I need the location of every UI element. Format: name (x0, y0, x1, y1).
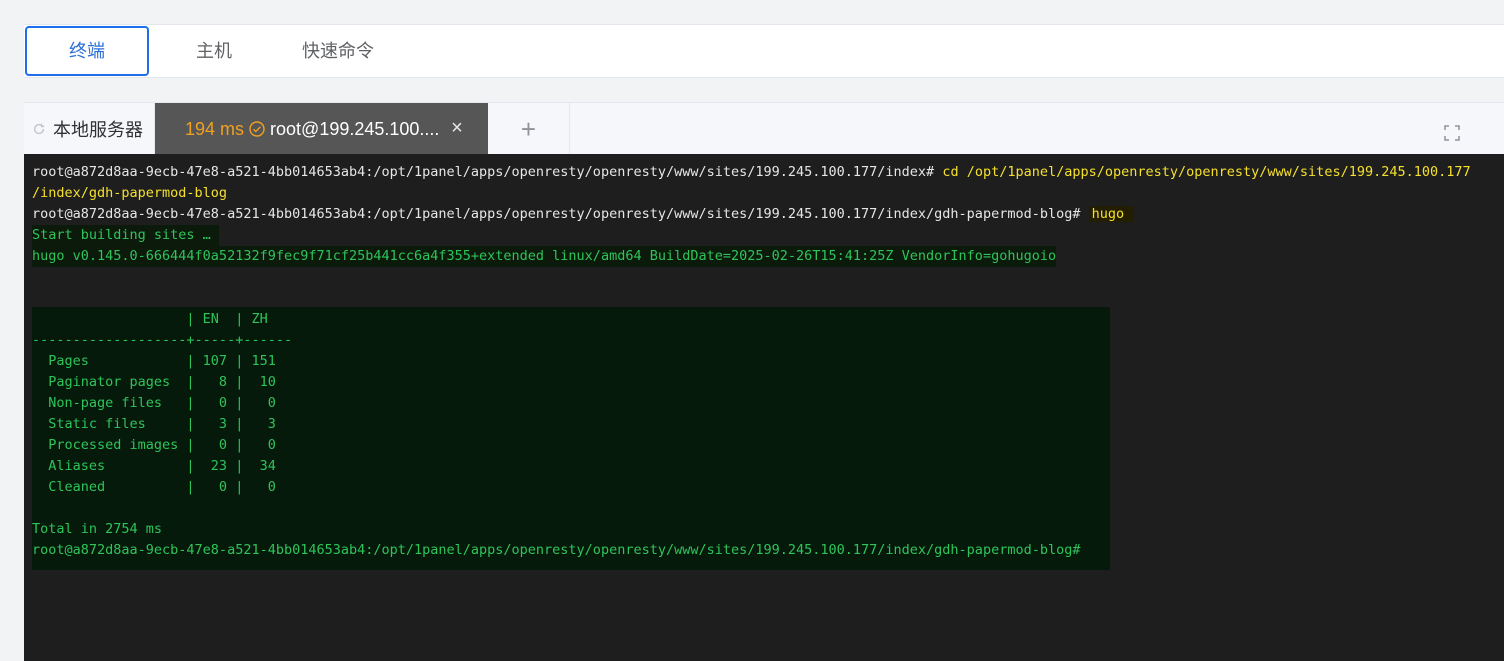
terminal-panel: 本地服务器 194 ms root@199.245.100.... × + ro… (24, 102, 1504, 661)
stats-row: Pages | 107 | 151 (32, 353, 293, 369)
session-tab-local-label: 本地服务器 (53, 120, 143, 140)
refresh-icon (33, 123, 45, 135)
stats-separator: -------------------+-----+------ (32, 332, 293, 348)
check-circle-icon (249, 121, 265, 137)
nav-tabs: 终端 主机 快速命令 (24, 24, 1504, 78)
final-prompt: root@a872d8aa-9ecb-47e8-a521-4bb014653ab… (32, 542, 1089, 558)
session-tab-local[interactable]: 本地服务器 (24, 103, 155, 155)
stats-row: Cleaned | 0 | 0 (32, 479, 293, 495)
command-text: cd /opt/1panel/apps/openresty/openresty/… (942, 164, 1471, 180)
terminal-line: root@a872d8aa-9ecb-47e8-a521-4bb014653ab… (32, 204, 1135, 225)
top-strip (0, 0, 1504, 24)
terminal-line: Start building sites … (32, 225, 219, 246)
tab-quick-commands[interactable]: 快速命令 (288, 26, 388, 78)
stats-row: Paginator pages | 8 | 10 (32, 374, 293, 390)
terminal-line: hugo v0.145.0-666444f0a52132f9fec9f71cf2… (32, 246, 1057, 267)
command-text: hugo (1088, 206, 1135, 222)
session-tab-title: root@199.245.100.... (270, 118, 440, 139)
stats-header: | EN | ZH (32, 311, 284, 327)
fullscreen-icon[interactable] (1444, 125, 1460, 141)
terminal-line: /index/gdh-papermod-blog (32, 185, 228, 201)
stats-row: Processed images | 0 | 0 (32, 437, 293, 453)
prompt: root@a872d8aa-9ecb-47e8-a521-4bb014653ab… (32, 164, 943, 180)
stats-row: Static files | 3 | 3 (32, 416, 293, 432)
latency-badge: 194 ms (185, 118, 245, 139)
add-session-button[interactable]: + (488, 103, 570, 155)
prompt: root@a872d8aa-9ecb-47e8-a521-4bb014653ab… (32, 206, 1089, 222)
tab-terminal[interactable]: 终端 (25, 26, 149, 76)
total-time-line: Total in 2754 ms (32, 521, 163, 537)
stats-row: Non-page files | 0 | 0 (32, 395, 293, 411)
terminal-output[interactable]: root@a872d8aa-9ecb-47e8-a521-4bb014653ab… (24, 154, 1504, 661)
session-tabbar: 本地服务器 194 ms root@199.245.100.... × + (24, 102, 1504, 155)
terminal-line: root@a872d8aa-9ecb-47e8-a521-4bb014653ab… (32, 162, 1471, 183)
tab-hosts[interactable]: 主机 (174, 26, 254, 78)
close-icon[interactable]: × (448, 118, 466, 138)
stats-row: Aliases | 23 | 34 (32, 458, 293, 474)
session-tab-remote[interactable]: 194 ms root@199.245.100.... × (155, 103, 488, 155)
